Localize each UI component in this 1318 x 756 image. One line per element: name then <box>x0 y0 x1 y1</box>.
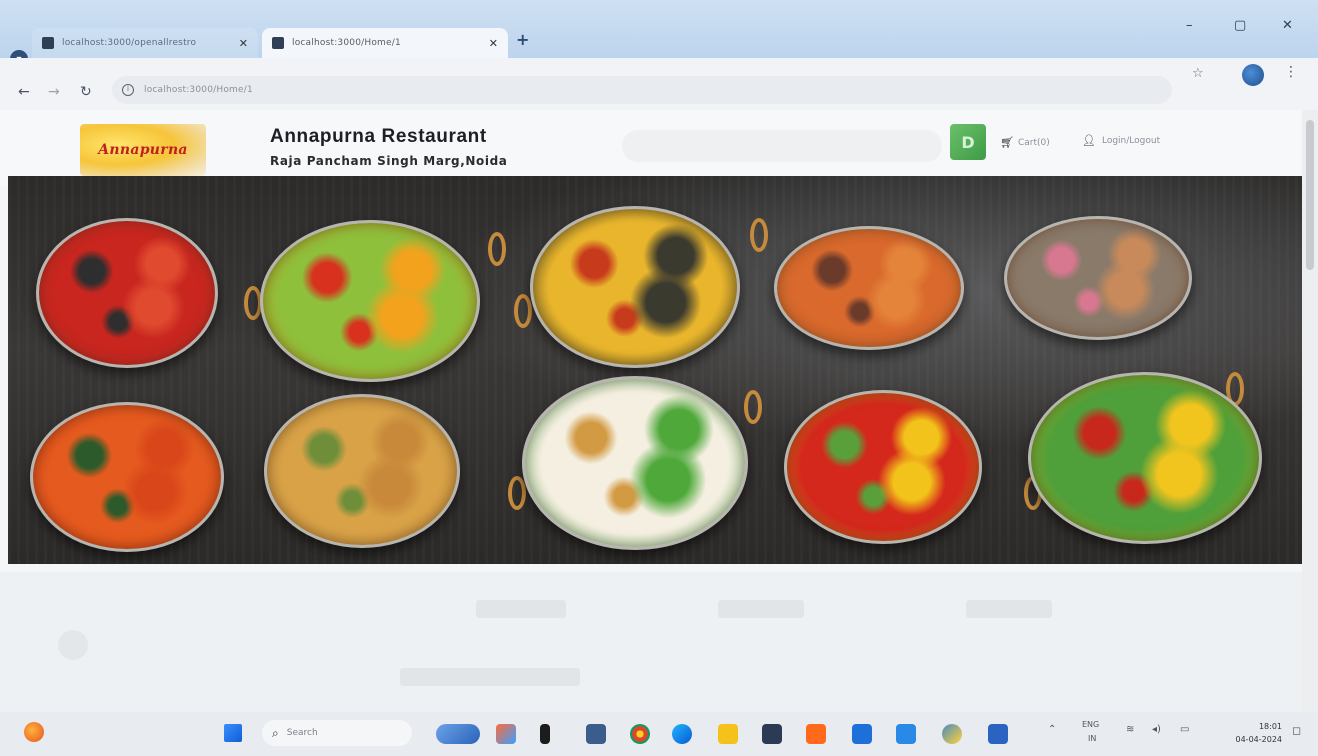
notification-icon[interactable]: ◻ <box>1292 724 1301 737</box>
hero-food-banner <box>8 176 1302 564</box>
battery-icon[interactable]: ▭ <box>1180 724 1189 735</box>
edge-icon[interactable] <box>672 724 692 744</box>
tray-region[interactable]: IN <box>1088 734 1096 743</box>
maximize-button[interactable]: ▢ <box>1234 18 1246 33</box>
bowl-handle <box>488 232 506 266</box>
food-bowl <box>774 226 964 350</box>
clock-date: 04-04-2024 <box>1235 735 1283 744</box>
clock-time: 18:01 <box>1258 722 1282 731</box>
logo-text: Annapurna <box>98 142 188 158</box>
login-label: Login/Logout <box>1101 135 1161 146</box>
food-bowl <box>30 402 224 552</box>
weather-icon[interactable] <box>24 722 44 742</box>
bowl-handle <box>750 218 768 252</box>
search-icon: ⌕ <box>272 725 279 740</box>
profile-icon[interactable] <box>1242 64 1264 86</box>
new-tab-button[interactable]: + <box>516 30 529 49</box>
back-icon[interactable]: ← <box>18 84 30 100</box>
info-icon[interactable]: i <box>122 84 134 96</box>
cart-link[interactable]: 🛒︎ Cart(0) <box>1000 136 1050 149</box>
page-content-area <box>0 572 1318 712</box>
app-icon[interactable] <box>852 724 872 744</box>
taskbar-search[interactable]: ⌕ Search <box>262 720 412 746</box>
tab-home[interactable]: localhost:3000/Home/1 ✕ <box>262 28 508 58</box>
login-link[interactable]: 👤︎ Login/Logout <box>1082 134 1160 147</box>
app-icon[interactable] <box>496 724 516 744</box>
taskbar-search-placeholder: Search <box>286 728 318 738</box>
restaurant-name: Annapurna Restaurant <box>270 126 487 147</box>
app-icon[interactable] <box>586 724 606 744</box>
food-bowl <box>530 206 740 368</box>
forward-icon[interactable]: → <box>48 84 60 100</box>
tray-chevron-icon[interactable]: ⌃ <box>1048 724 1056 735</box>
widgets-icon[interactable] <box>436 724 480 744</box>
wifi-icon[interactable]: ≋ <box>1126 724 1134 735</box>
chrome-icon[interactable] <box>630 724 650 744</box>
scrollbar-thumb[interactable] <box>1306 120 1314 270</box>
faint-block <box>476 600 566 618</box>
avatar[interactable]: D <box>950 124 986 160</box>
bowl-handle <box>744 390 762 424</box>
clock[interactable]: 18:01 04-04-2024 <box>1212 720 1283 746</box>
bowl-handle <box>508 476 526 510</box>
faint-block <box>718 600 804 618</box>
restaurant-logo[interactable]: Annapurna <box>80 124 206 176</box>
search-input[interactable] <box>622 130 942 162</box>
food-bowl <box>264 394 460 548</box>
volume-icon[interactable]: ◂) <box>1152 724 1161 735</box>
tab-close-icon[interactable]: ✕ <box>489 37 498 50</box>
food-bowl <box>784 390 982 544</box>
vscode-icon[interactable] <box>896 724 916 744</box>
app-icon[interactable] <box>988 724 1008 744</box>
window-close-button[interactable]: ✕ <box>1282 18 1293 33</box>
tray-language[interactable]: ENG <box>1082 720 1099 729</box>
tab-favicon-icon <box>272 37 284 49</box>
bowl-handle <box>514 294 532 328</box>
faint-block <box>400 668 580 686</box>
food-bowl <box>522 376 748 550</box>
food-bowl <box>1028 372 1262 544</box>
cart-icon: 🛒︎ <box>1000 136 1014 149</box>
user-icon: 👤︎ <box>1082 134 1096 147</box>
windows-taskbar: ⌕ Search ⌃ ENG IN ≋ ◂) ▭ 18:01 04-04-202… <box>0 712 1318 756</box>
browser-tab-strip: localhost:3000/openallrestro ✕ localhost… <box>0 0 1318 58</box>
app-icon[interactable] <box>806 724 826 744</box>
placeholder-avatar <box>58 630 88 660</box>
reload-icon[interactable]: ↻ <box>80 84 92 100</box>
python-icon[interactable] <box>942 724 962 744</box>
tab-openallrestro[interactable]: localhost:3000/openallrestro ✕ <box>32 28 258 58</box>
kebab-menu-icon[interactable]: ⋮ <box>1284 64 1298 80</box>
star-icon[interactable]: ☆ <box>1192 66 1204 81</box>
url-text: localhost:3000/Home/1 <box>144 85 253 95</box>
file-explorer-icon[interactable] <box>718 724 738 744</box>
restaurant-address: Raja Pancham Singh Marg,Noida <box>270 154 508 168</box>
tab-title: localhost:3000/Home/1 <box>292 38 401 48</box>
site-header: Annapurna Annapurna Restaurant Raja Panc… <box>0 110 1300 186</box>
food-bowl <box>260 220 480 382</box>
start-button[interactable] <box>224 724 242 742</box>
url-field[interactable]: i localhost:3000/Home/1 <box>112 76 1172 104</box>
food-bowl <box>36 218 218 368</box>
tab-favicon-icon <box>42 37 54 49</box>
app-icon[interactable] <box>762 724 782 744</box>
tab-title: localhost:3000/openallrestro <box>62 38 197 48</box>
tab-close-icon[interactable]: ✕ <box>239 37 248 50</box>
web-page: Annapurna Annapurna Restaurant Raja Panc… <box>0 110 1318 712</box>
food-bowl <box>1004 216 1192 340</box>
minimize-button[interactable]: – <box>1186 18 1193 33</box>
cart-label: Cart(0) <box>1017 137 1050 148</box>
faint-block <box>966 600 1052 618</box>
app-icon[interactable] <box>540 724 550 744</box>
